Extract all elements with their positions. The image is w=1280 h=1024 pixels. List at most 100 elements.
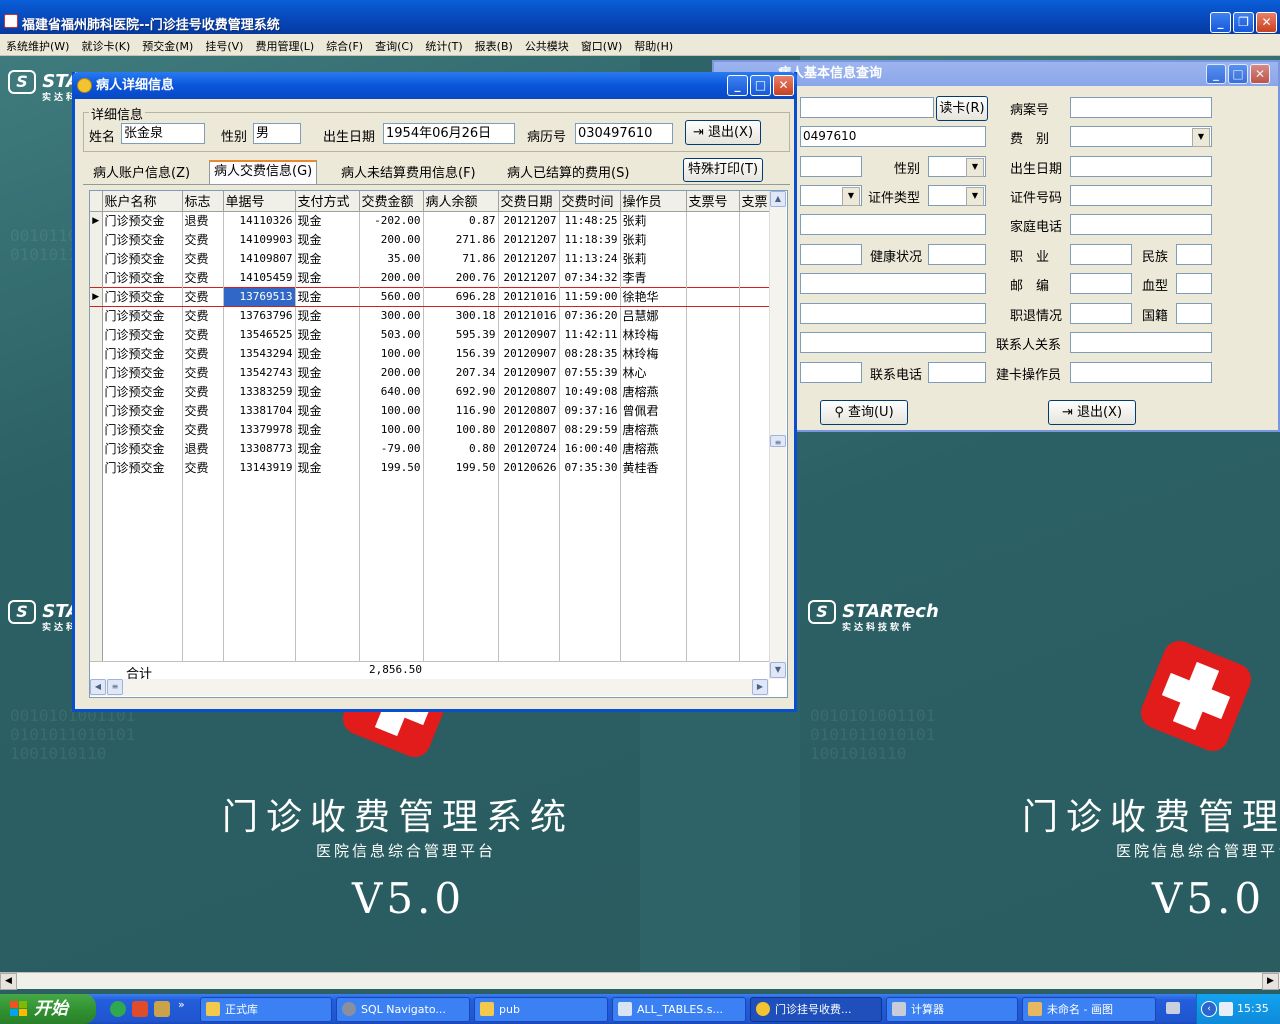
cell-pay-date[interactable]: 20120807 (498, 401, 560, 420)
cell-cheque[interactable] (739, 382, 770, 401)
cell-pay-time[interactable]: 11:59:00 (559, 286, 621, 307)
query-button[interactable]: ⚲ 查询(U) (820, 400, 908, 425)
contact-type-select[interactable] (800, 185, 862, 206)
grid-vertical-scrollbar[interactable]: ▲ ≡ ▼ (769, 191, 786, 679)
name-input[interactable] (800, 156, 862, 177)
scroll-left-icon[interactable]: ◀ (90, 679, 106, 695)
table-row[interactable]: 门诊预交金 交费 14105459 现金 200.00 200.76 20121207 07:… (90, 268, 775, 287)
cell-pay-time[interactable]: 11:48:25 (559, 211, 621, 230)
cell-cheque[interactable] (739, 306, 770, 325)
birth-date-field[interactable]: 1954年06月26日 (383, 123, 515, 144)
cell-pay-date[interactable]: 20121207 (498, 249, 560, 268)
hscroll-thumb[interactable]: ≡ (107, 679, 123, 695)
blood-type-input[interactable] (1176, 273, 1212, 294)
table-row[interactable]: 门诊预交金 交费 13763796 现金 300.00 300.18 20121016 07:… (90, 306, 775, 325)
cell-pay-date[interactable]: 20120807 (498, 420, 560, 439)
quicklaunch-media-icon[interactable] (132, 1001, 148, 1017)
occupation-input[interactable] (1070, 244, 1132, 265)
address-input[interactable] (800, 214, 986, 235)
cell-pay-date[interactable]: 20120907 (498, 325, 560, 344)
cell-balance[interactable]: 595.39 (423, 325, 499, 344)
row-indicator[interactable]: ▶ (90, 286, 103, 307)
contact-phone-input[interactable] (928, 362, 986, 383)
close-button[interactable]: ✕ (1256, 12, 1277, 33)
scroll-thumb[interactable]: ≡ (770, 435, 786, 447)
cell-balance[interactable]: 207.34 (423, 363, 499, 382)
cell-balance[interactable]: 692.90 (423, 382, 499, 401)
cell-pay-method[interactable]: 现金 (295, 344, 360, 363)
cell-account-name[interactable]: 门诊预交金 (102, 286, 183, 307)
table-row[interactable]: ▶ 门诊预交金 交费 13769513 现金 560.00 696.28 20121016 11… (90, 286, 775, 307)
cell-operator[interactable]: 李青 (620, 268, 687, 287)
scroll-up-icon[interactable]: ▲ (770, 191, 786, 207)
cell-balance[interactable]: 300.18 (423, 306, 499, 325)
cell-cheque[interactable] (739, 363, 770, 382)
cell-account-name[interactable]: 门诊预交金 (102, 249, 183, 268)
col-cheque[interactable]: 支票 (739, 191, 770, 212)
cell-balance[interactable]: 271.86 (423, 230, 499, 249)
record-no-field[interactable]: 030497610 (575, 123, 673, 144)
cell-pay-method[interactable]: 现金 (295, 420, 360, 439)
cell-cheque[interactable] (739, 286, 770, 307)
mdi-horizontal-scrollbar[interactable]: ◀ ▶ (0, 972, 1280, 990)
cell-flag[interactable]: 交费 (182, 286, 224, 307)
cell-account-name[interactable]: 门诊预交金 (102, 344, 183, 363)
cell-operator[interactable]: 张莉 (620, 249, 687, 268)
table-row[interactable]: 门诊预交金 交费 13143919 现金 199.50 199.50 20120626 07:… (90, 458, 775, 477)
cell-flag[interactable]: 交费 (182, 344, 224, 363)
cell-cheque[interactable] (739, 420, 770, 439)
cell-pay-date[interactable]: 20120807 (498, 382, 560, 401)
cell-balance[interactable]: 0.87 (423, 211, 499, 230)
cell-flag[interactable]: 交费 (182, 230, 224, 249)
contact-address-input[interactable] (800, 362, 862, 383)
keyboard-icon[interactable] (1166, 1002, 1180, 1014)
cell-receipt-no[interactable]: 14105459 (223, 268, 296, 287)
cell-pay-time[interactable]: 11:13:24 (559, 249, 621, 268)
col-account-name[interactable]: 账户名称 (102, 191, 183, 212)
cell-pay-time[interactable]: 07:35:30 (559, 458, 621, 477)
cell-flag[interactable]: 交费 (182, 420, 224, 439)
row-indicator[interactable] (90, 401, 103, 420)
case-no-input[interactable] (1070, 97, 1212, 118)
gender-field[interactable]: 男 (253, 123, 301, 144)
tab-settled-fees[interactable]: 病人已结算的费用(S) (503, 164, 633, 184)
detail-maximize-button[interactable]: □ (750, 75, 771, 96)
cell-pay-method[interactable]: 现金 (295, 230, 360, 249)
scroll-right-icon[interactable]: ▶ (752, 679, 768, 695)
cell-balance[interactable]: 156.39 (423, 344, 499, 363)
cell-account-name[interactable]: 门诊预交金 (102, 268, 183, 287)
tray-collapse-icon[interactable]: ‹ (1201, 1001, 1217, 1017)
cell-account-name[interactable]: 门诊预交金 (102, 211, 183, 230)
row-indicator[interactable] (90, 249, 103, 268)
cell-balance[interactable]: 696.28 (423, 286, 499, 307)
gender-select[interactable] (928, 156, 986, 177)
cell-operator[interactable]: 林玲梅 (620, 325, 687, 344)
age-input[interactable] (800, 244, 862, 265)
table-row[interactable]: 门诊预交金 交费 14109807 现金 35.00 71.86 20121207 11:13… (90, 249, 775, 268)
cell-account-name[interactable]: 门诊预交金 (102, 439, 183, 458)
cell-flag[interactable]: 交费 (182, 458, 224, 477)
cell-pay-method[interactable]: 现金 (295, 306, 360, 325)
cell-pay-date[interactable]: 20120724 (498, 439, 560, 458)
cell-balance[interactable]: 100.80 (423, 420, 499, 439)
card-no-input[interactable] (800, 97, 934, 118)
table-row[interactable]: 门诊预交金 交费 13542743 现金 200.00 207.34 20120907 07:… (90, 363, 775, 382)
menu-register[interactable]: 挂号(V) (199, 34, 249, 54)
table-row[interactable]: 门诊预交金 退费 13308773 现金 -79.00 0.80 20120724 16:00… (90, 439, 775, 458)
cell-flag[interactable]: 交费 (182, 382, 224, 401)
col-receipt-no[interactable]: 单据号 (223, 191, 296, 212)
col-pay-method[interactable]: 支付方式 (295, 191, 360, 212)
cell-cheque[interactable] (739, 211, 770, 230)
table-row[interactable]: 门诊预交金 交费 13379978 现金 100.00 100.80 20120807 08:… (90, 420, 775, 439)
cell-operator[interactable]: 吕慧娜 (620, 306, 687, 325)
detail-minimize-button[interactable]: _ (727, 75, 748, 96)
cell-amount[interactable]: 35.00 (359, 249, 424, 268)
retire-input[interactable] (1070, 303, 1132, 324)
grid-horizontal-scrollbar[interactable]: ◀ ≡ ▶ (90, 679, 769, 696)
tab-payment-info[interactable]: 病人交费信息(G) (209, 160, 318, 184)
cell-amount[interactable]: 200.00 (359, 268, 424, 287)
cell-cheque-no[interactable] (686, 439, 740, 458)
cell-account-name[interactable]: 门诊预交金 (102, 230, 183, 249)
query-minimize-button[interactable]: _ (1206, 64, 1226, 84)
cell-cheque[interactable] (739, 230, 770, 249)
